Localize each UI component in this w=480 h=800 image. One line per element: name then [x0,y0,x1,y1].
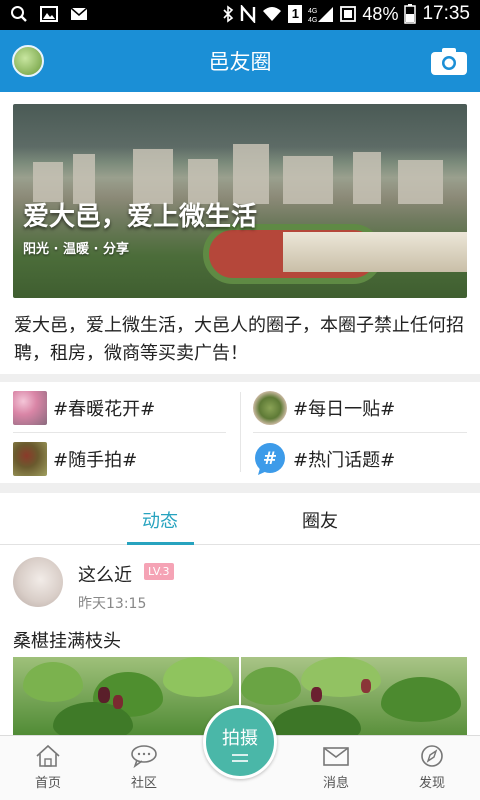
nav-messages[interactable]: 消息 [301,744,371,791]
bluetooth-icon [223,5,234,23]
tab-indicator [127,542,194,545]
divider [13,432,226,433]
tab-members[interactable]: 圈友 [260,507,380,533]
capture-button-label: 拍摄 [222,728,258,749]
wifi-icon [263,7,282,21]
mail-icon [70,7,88,20]
post-text: 桑椹挂满枝头 [13,631,121,652]
topic-snapshot[interactable]: #随手拍# [13,439,137,479]
topic-label: #热门话题# [293,450,396,471]
sim-icon: 1 [288,5,303,23]
nav-label: 首页 [34,776,61,791]
tab-feed[interactable]: 动态 [100,507,220,533]
circle-description: 爱大邑，爱上微生活，大邑人的圈子，本圈子禁止任何招聘，租房，微商等买卖广告！ [14,315,464,364]
topic-label: #随手拍# [53,450,138,471]
topic-hot[interactable]: # #热门话题# [253,439,395,479]
camera-icon[interactable] [430,46,468,76]
divider [0,374,480,382]
nav-home[interactable]: 首页 [13,744,83,791]
home-icon [36,744,60,767]
divider [240,392,241,472]
nav-label: 社区 [130,776,157,791]
signal-icon: 4G4G [308,7,334,23]
post-photo-2[interactable] [241,657,467,737]
data-saver-icon [340,6,357,22]
topic-label: #每日一贴# [293,399,396,420]
nav-label: 发现 [418,776,445,791]
banner-headline: 爱大邑，爱上微生活 [23,202,258,232]
search-icon [11,6,27,22]
compass-icon [421,745,443,767]
topic-label: #春暖花开# [53,399,156,420]
capture-button[interactable]: 拍摄 [203,705,277,779]
post-timestamp: 昨天13:15 [78,596,147,612]
mail-icon [323,747,349,766]
image-icon [40,6,58,22]
banner-image[interactable]: 爱大邑，爱上微生活 阳光 · 温暖 · 分享 [13,104,467,298]
level-badge: LV.3 [144,563,174,580]
hash-bubble-icon: # [255,443,285,475]
nav-discover[interactable]: 发现 [397,744,467,791]
svg-text:4G: 4G [308,8,317,15]
flowers-thumbnail [13,391,47,425]
battery-percent: 48% [362,3,399,24]
nfc-icon [241,5,256,23]
menu-lines-icon [232,754,248,762]
nav-community[interactable]: 社区 [109,744,179,791]
svg-text:4G: 4G [308,17,317,23]
divider [0,483,480,493]
status-bar: 1 4G 4G 48% 17:35 [0,0,480,30]
post-author-name[interactable]: 这么近 [78,561,132,587]
app-header: 邑友圈 [0,30,480,92]
clock: 17:35 [422,3,470,24]
topic-spring-flowers[interactable]: #春暖花开# [13,388,155,428]
topic-daily-post[interactable]: #每日一贴# [253,388,395,428]
post-author-avatar[interactable] [13,557,63,607]
chat-bubble-icon [131,745,157,768]
divider [253,432,467,433]
page-title: 邑友圈 [208,50,272,74]
banner-subline: 阳光 · 温暖 · 分享 [23,242,129,257]
food-thumbnail [253,391,287,425]
tab-bar: 动态 圈友 [0,493,480,545]
fruit-thumbnail [13,442,47,476]
nav-label: 消息 [322,776,349,791]
battery-icon [404,4,417,24]
svg-text:#: # [263,449,277,469]
